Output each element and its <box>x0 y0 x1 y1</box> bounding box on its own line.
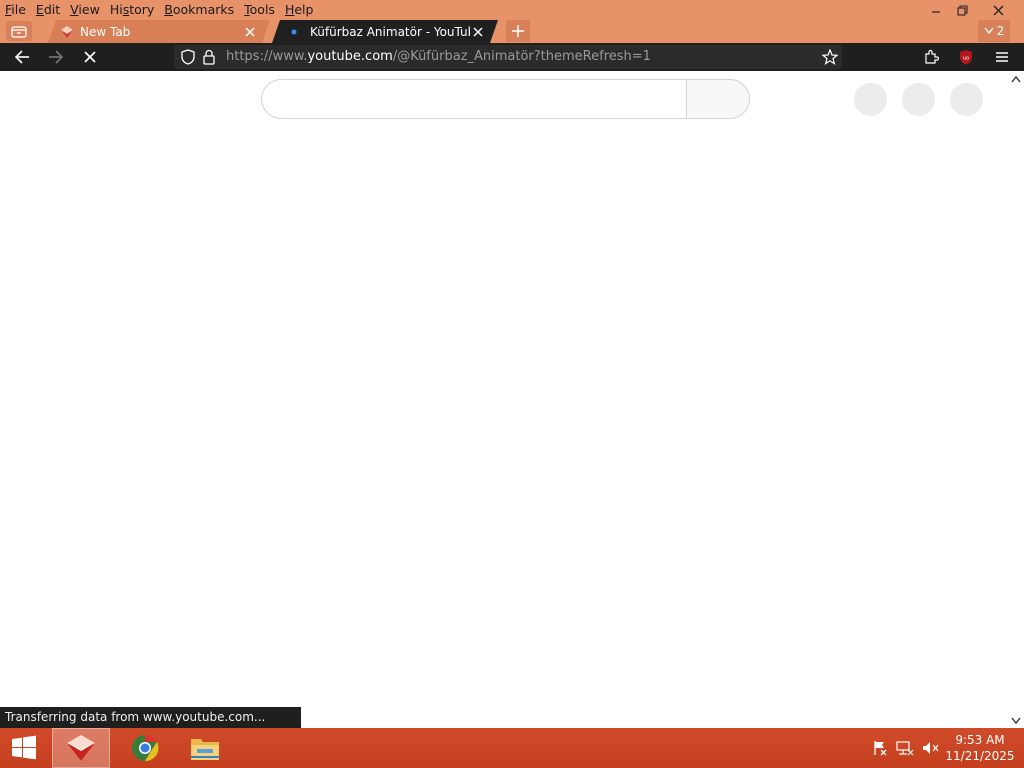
minimize-icon <box>932 11 940 13</box>
star-icon[interactable] <box>822 49 838 65</box>
status-bar: Transferring data from www.youtube.com..… <box>0 707 301 728</box>
taskbar: 9:53 AM 11/21/2025 <box>0 728 1024 768</box>
chrome-app-icon <box>132 734 159 762</box>
ublock-icon: uo <box>960 50 972 65</box>
tab-close-button[interactable] <box>470 24 486 40</box>
speaker-muted-icon[interactable] <box>922 740 940 756</box>
tab-title: New Tab <box>80 24 131 39</box>
clock-time: 9:53 AM <box>955 733 1005 747</box>
browser-favicon <box>60 25 74 39</box>
restore-button[interactable] <box>946 0 978 20</box>
navigation-toolbar: https://www.youtube.com/@Küfürbaz_Animat… <box>0 43 1024 71</box>
app-menu-button[interactable] <box>991 47 1013 67</box>
browser-app-icon <box>67 735 95 761</box>
taskbar-file-explorer[interactable] <box>176 728 234 768</box>
start-button[interactable] <box>0 728 48 768</box>
header-icon-placeholder <box>854 83 887 116</box>
close-icon <box>245 27 255 37</box>
close-window-button[interactable] <box>982 0 1014 20</box>
tab-close-button[interactable] <box>242 24 258 40</box>
lock-icon[interactable] <box>203 49 215 65</box>
menu-file[interactable]: File <box>0 0 31 20</box>
tab-list-button[interactable] <box>6 21 32 41</box>
tab-count: 2 <box>996 24 1005 38</box>
tab-list-icon <box>11 26 27 38</box>
extensions-icon <box>925 49 939 64</box>
url-path: /@Küfürbaz_Animatör?themeRefresh=1 <box>392 49 651 64</box>
system-tray <box>872 728 940 768</box>
restore-icon <box>956 4 968 16</box>
chevron-down-icon <box>984 27 994 35</box>
stop-icon <box>84 51 96 63</box>
stop-button[interactable] <box>79 47 101 67</box>
taskbar-chrome-app[interactable] <box>116 728 174 768</box>
header-icon-placeholder <box>902 83 935 116</box>
svg-text:uo: uo <box>963 56 969 62</box>
avatar-placeholder <box>950 83 983 116</box>
tab-strip: New Tab Küfürbaz Animatör - YouTube 2 <box>0 20 1024 43</box>
back-arrow-icon <box>14 50 29 64</box>
forward-arrow-icon <box>49 50 64 64</box>
hamburger-menu-icon <box>996 52 1008 62</box>
address-bar[interactable]: https://www.youtube.com/@Küfürbaz_Animat… <box>174 45 842 69</box>
new-tab-button[interactable] <box>506 20 530 42</box>
taskbar-browser-app[interactable] <box>52 728 110 768</box>
url-domain: youtube.com <box>307 49 393 64</box>
ublock-button[interactable]: uo <box>955 47 977 67</box>
shield-icon[interactable] <box>181 49 195 65</box>
menu-view[interactable]: View <box>65 0 105 20</box>
list-all-tabs-button[interactable]: 2 <box>978 20 1010 42</box>
menu-edit[interactable]: Edit <box>31 0 65 20</box>
back-button[interactable] <box>11 47 33 67</box>
page-content <box>0 71 1024 728</box>
tab-youtube[interactable]: Küfürbaz Animatör - YouTube <box>272 20 498 43</box>
flag-icon[interactable] <box>872 740 888 756</box>
tab-title: Küfürbaz Animatör - YouTube <box>310 24 470 39</box>
clock-date: 11/21/2025 <box>945 749 1015 763</box>
plus-icon <box>512 25 524 37</box>
close-icon <box>993 5 1003 15</box>
scroll-up-arrow-icon[interactable] <box>1010 74 1022 86</box>
extensions-button[interactable] <box>920 47 942 67</box>
search-button-placeholder[interactable] <box>686 79 750 119</box>
youtube-favicon <box>290 25 304 39</box>
url-text[interactable]: https://www.youtube.com/@Küfürbaz_Animat… <box>226 49 651 64</box>
search-input-placeholder[interactable] <box>261 79 687 119</box>
windows-start-icon <box>12 735 36 760</box>
file-explorer-icon <box>191 739 219 760</box>
close-icon <box>473 27 483 37</box>
menu-help[interactable]: Help <box>280 0 319 20</box>
menu-bar: File Edit View History Bookmarks Tools H… <box>0 0 1024 20</box>
menu-bookmarks[interactable]: Bookmarks <box>159 0 239 20</box>
menu-history[interactable]: History <box>105 0 159 20</box>
menu-tools[interactable]: Tools <box>239 0 280 20</box>
network-icon[interactable] <box>896 740 914 756</box>
scroll-down-arrow-icon[interactable] <box>1010 714 1022 726</box>
forward-button[interactable] <box>45 47 67 67</box>
tab-new-tab[interactable]: New Tab <box>48 20 270 43</box>
url-prefix: https://www. <box>226 49 308 64</box>
clock[interactable]: 9:53 AM 11/21/2025 <box>940 732 1020 764</box>
